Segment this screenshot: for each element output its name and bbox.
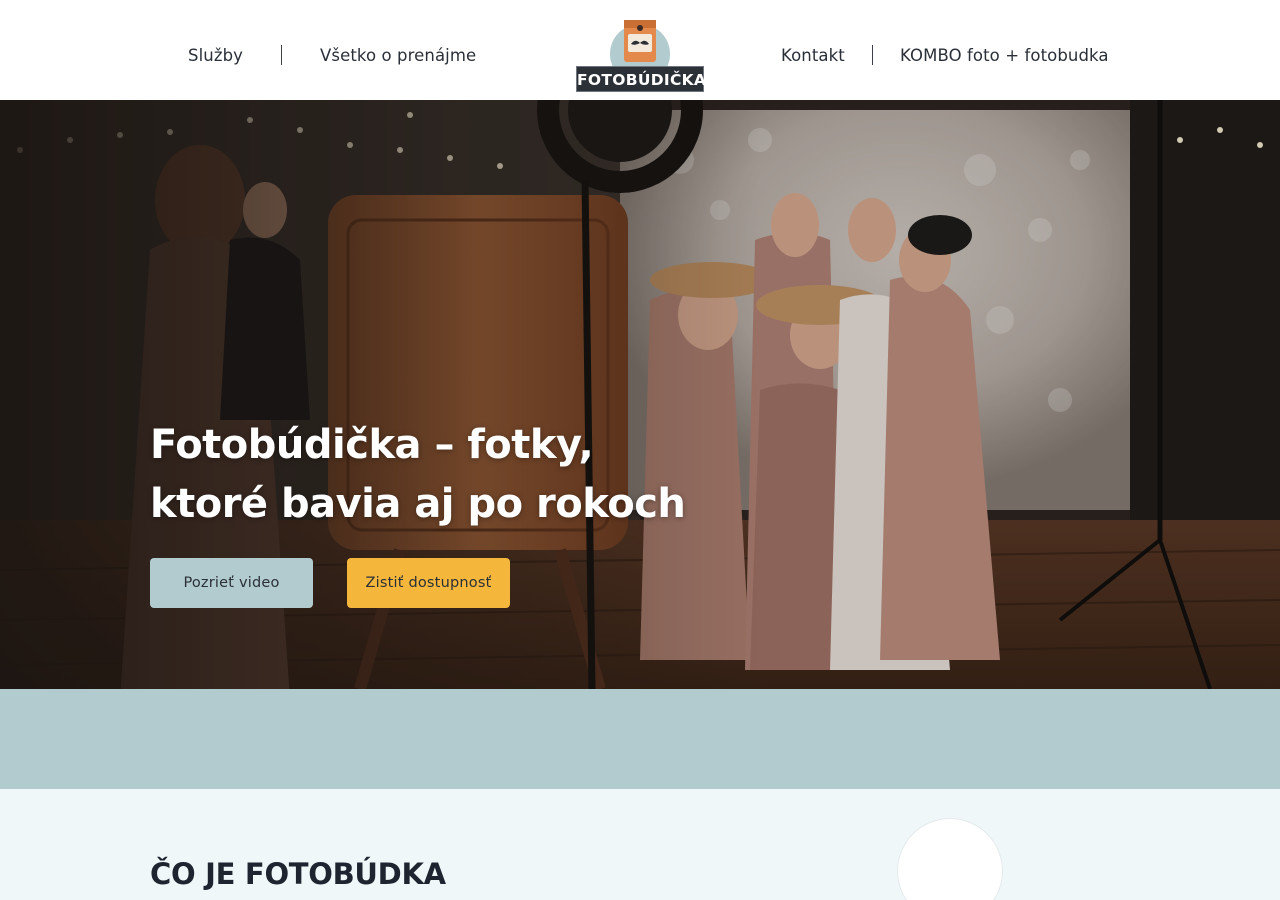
- section-title: ČO JE FOTOBÚDKA: [150, 857, 446, 891]
- logo-wordmark: FOTOBÚDIČKA: [576, 66, 706, 92]
- nav-divider: [281, 45, 282, 65]
- teal-band: [0, 689, 1280, 789]
- hero-title-line-2: ktoré bavia aj po rokoch: [150, 481, 686, 527]
- hero-title-line-1: Fotobúdička – fotky,: [150, 422, 594, 468]
- about-section: ČO JE FOTOBÚDKA: [0, 789, 1280, 900]
- watch-video-button[interactable]: Pozrieť video: [150, 558, 313, 608]
- nav-item-kombo[interactable]: KOMBO foto + fotobudka: [900, 46, 1109, 65]
- hero-title: Fotobúdička – fotky, ktoré bavia aj po r…: [150, 416, 850, 534]
- camera-mustache-icon: [610, 20, 670, 68]
- hero-section: Fotobúdička – fotky, ktoré bavia aj po r…: [0, 100, 1280, 689]
- nav-divider: [872, 45, 873, 65]
- nav-item-kontakt[interactable]: Kontakt: [781, 46, 845, 65]
- site-header: Služby Všetko o prenájme FOTOBÚDIČKA Kon…: [0, 0, 1280, 100]
- nav-item-vsetko-o-prenajme[interactable]: Všetko o prenájme: [320, 46, 476, 65]
- nav-item-sluzby[interactable]: Služby: [188, 46, 243, 65]
- site-logo[interactable]: FOTOBÚDIČKA: [576, 20, 706, 92]
- decorative-circle: [897, 818, 1003, 900]
- check-availability-button[interactable]: Zistiť dostupnosť: [347, 558, 510, 608]
